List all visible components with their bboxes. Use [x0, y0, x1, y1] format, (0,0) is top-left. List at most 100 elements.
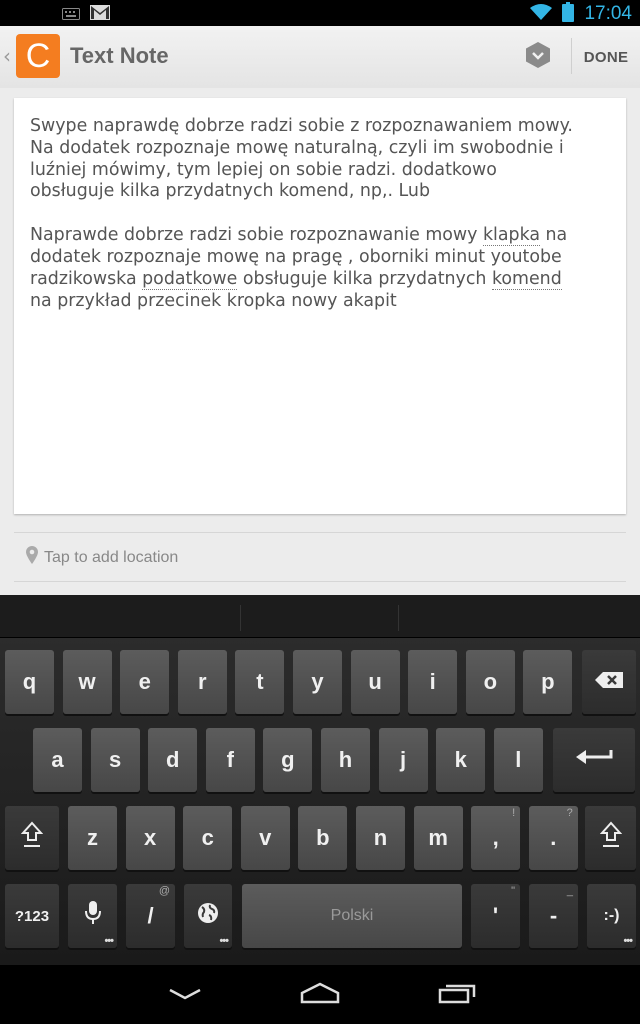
- key-h[interactable]: h: [321, 728, 370, 792]
- key-f[interactable]: f: [205, 728, 255, 792]
- misspelled-word[interactable]: klapka: [482, 225, 540, 247]
- symbols-key-label: ?123: [14, 907, 50, 925]
- backspace-key[interactable]: [582, 650, 636, 714]
- note-text-field[interactable]: Swype naprawdę dobrze radzi sobie z rozp…: [30, 116, 586, 334]
- dash-key[interactable]: - _: [529, 884, 578, 948]
- key-label: p: [541, 669, 555, 694]
- divider: [14, 532, 626, 533]
- key-label: w: [78, 669, 96, 694]
- key-hint: !: [512, 807, 516, 819]
- suggestion-divider: [398, 605, 399, 631]
- apostrophe-key[interactable]: ' ": [471, 884, 520, 948]
- enter-key[interactable]: [553, 728, 635, 792]
- key-label: ,: [492, 825, 499, 850]
- key-y[interactable]: y: [293, 650, 342, 714]
- action-bar: ‹ C Text Note DONE: [0, 26, 640, 89]
- recents-button[interactable]: [427, 977, 487, 1013]
- key-l[interactable]: l: [493, 728, 543, 792]
- key-label: o: [483, 669, 498, 694]
- key-label: s: [108, 747, 122, 772]
- home-button[interactable]: [290, 977, 350, 1013]
- app-logo-letter: C: [25, 36, 51, 75]
- key-m[interactable]: m: [413, 806, 463, 870]
- key-label: .: [550, 825, 557, 850]
- key-g[interactable]: g: [263, 728, 313, 792]
- misspelled-word[interactable]: podatkowe: [142, 268, 238, 290]
- note-text-segment: obsługuje kilka przydatnych: [237, 268, 492, 289]
- clock: 17:04: [584, 3, 632, 24]
- key-label: n: [373, 825, 388, 850]
- key-label: i: [429, 669, 436, 694]
- language-key[interactable]: •••: [184, 884, 232, 948]
- page-title: Text Note: [70, 43, 169, 68]
- dash-key-label: -: [549, 903, 558, 928]
- home-icon: [300, 982, 340, 1008]
- key-label: x: [143, 825, 157, 850]
- voice-input-key[interactable]: •••: [68, 884, 117, 948]
- key-label: c: [201, 825, 214, 850]
- misspelled-word[interactable]: komend: [491, 268, 562, 290]
- key-v[interactable]: v: [240, 806, 290, 870]
- space-key[interactable]: Polski: [242, 884, 462, 948]
- tag-hexagon-button[interactable]: [518, 40, 558, 74]
- key-label: r: [198, 669, 207, 694]
- shift-key-right[interactable]: [585, 806, 636, 870]
- slash-key-hint: @: [158, 885, 170, 897]
- key-label: l: [515, 747, 522, 772]
- divider: [14, 581, 626, 582]
- key-a[interactable]: a: [33, 728, 82, 792]
- key-s[interactable]: s: [90, 728, 140, 792]
- key-label: j: [400, 747, 407, 772]
- key-j[interactable]: j: [378, 728, 428, 792]
- key-q[interactable]: q: [5, 650, 54, 714]
- microphone-icon: [84, 900, 102, 932]
- up-chevron-icon[interactable]: ‹: [3, 44, 11, 68]
- key-w[interactable]: w: [62, 650, 112, 714]
- key-comma[interactable]: ,!: [471, 806, 521, 870]
- key-d[interactable]: d: [148, 728, 198, 792]
- dash-key-hint: _: [566, 885, 573, 897]
- suggestion-strip[interactable]: [0, 595, 640, 638]
- key-label: f: [226, 747, 234, 772]
- key-o[interactable]: o: [465, 650, 515, 714]
- back-button[interactable]: [155, 977, 215, 1013]
- note-card[interactable]: Swype naprawdę dobrze radzi sobie z rozp…: [14, 98, 626, 514]
- add-location-row[interactable]: Tap to add location: [26, 546, 178, 569]
- shift-icon: [599, 821, 622, 855]
- key-t[interactable]: t: [235, 650, 285, 714]
- key-u[interactable]: u: [350, 650, 400, 714]
- location-placeholder: Tap to add location: [44, 548, 179, 566]
- note-paragraph-2: Naprawde dobrze radzi sobie rozpoznawani…: [30, 225, 586, 312]
- key-n[interactable]: n: [356, 806, 405, 870]
- key-r[interactable]: r: [177, 650, 227, 714]
- more-dots: •••: [104, 935, 114, 947]
- slash-key[interactable]: / @: [126, 884, 175, 948]
- key-label: v: [259, 825, 272, 850]
- key-c[interactable]: c: [183, 806, 233, 870]
- shift-icon: [20, 821, 44, 855]
- key-label: z: [87, 825, 98, 850]
- location-pin-icon: [26, 546, 38, 569]
- key-k[interactable]: k: [436, 728, 486, 792]
- key-i[interactable]: i: [408, 650, 458, 714]
- key-label: g: [281, 747, 295, 772]
- key-p[interactable]: p: [523, 650, 573, 714]
- key-e[interactable]: e: [120, 650, 170, 714]
- key-period[interactable]: .?: [528, 806, 578, 870]
- gmail-icon: [90, 5, 110, 24]
- key-label: e: [138, 669, 151, 694]
- keyboard-icon: [62, 5, 80, 24]
- battery-icon: [562, 2, 575, 26]
- shift-key-left[interactable]: [5, 806, 59, 870]
- recents-icon: [438, 982, 476, 1008]
- enter-icon: [575, 747, 613, 773]
- key-z[interactable]: z: [68, 806, 117, 870]
- done-button[interactable]: DONE: [572, 26, 640, 88]
- note-text-segment: na przykład przecinek kropka nowy akapit: [30, 290, 397, 311]
- key-label: u: [368, 669, 382, 694]
- smiley-key[interactable]: :-) •••: [587, 884, 636, 948]
- key-b[interactable]: b: [298, 806, 348, 870]
- key-x[interactable]: x: [125, 806, 175, 870]
- symbols-key[interactable]: ?123: [5, 884, 59, 948]
- app-logo[interactable]: C: [16, 34, 60, 78]
